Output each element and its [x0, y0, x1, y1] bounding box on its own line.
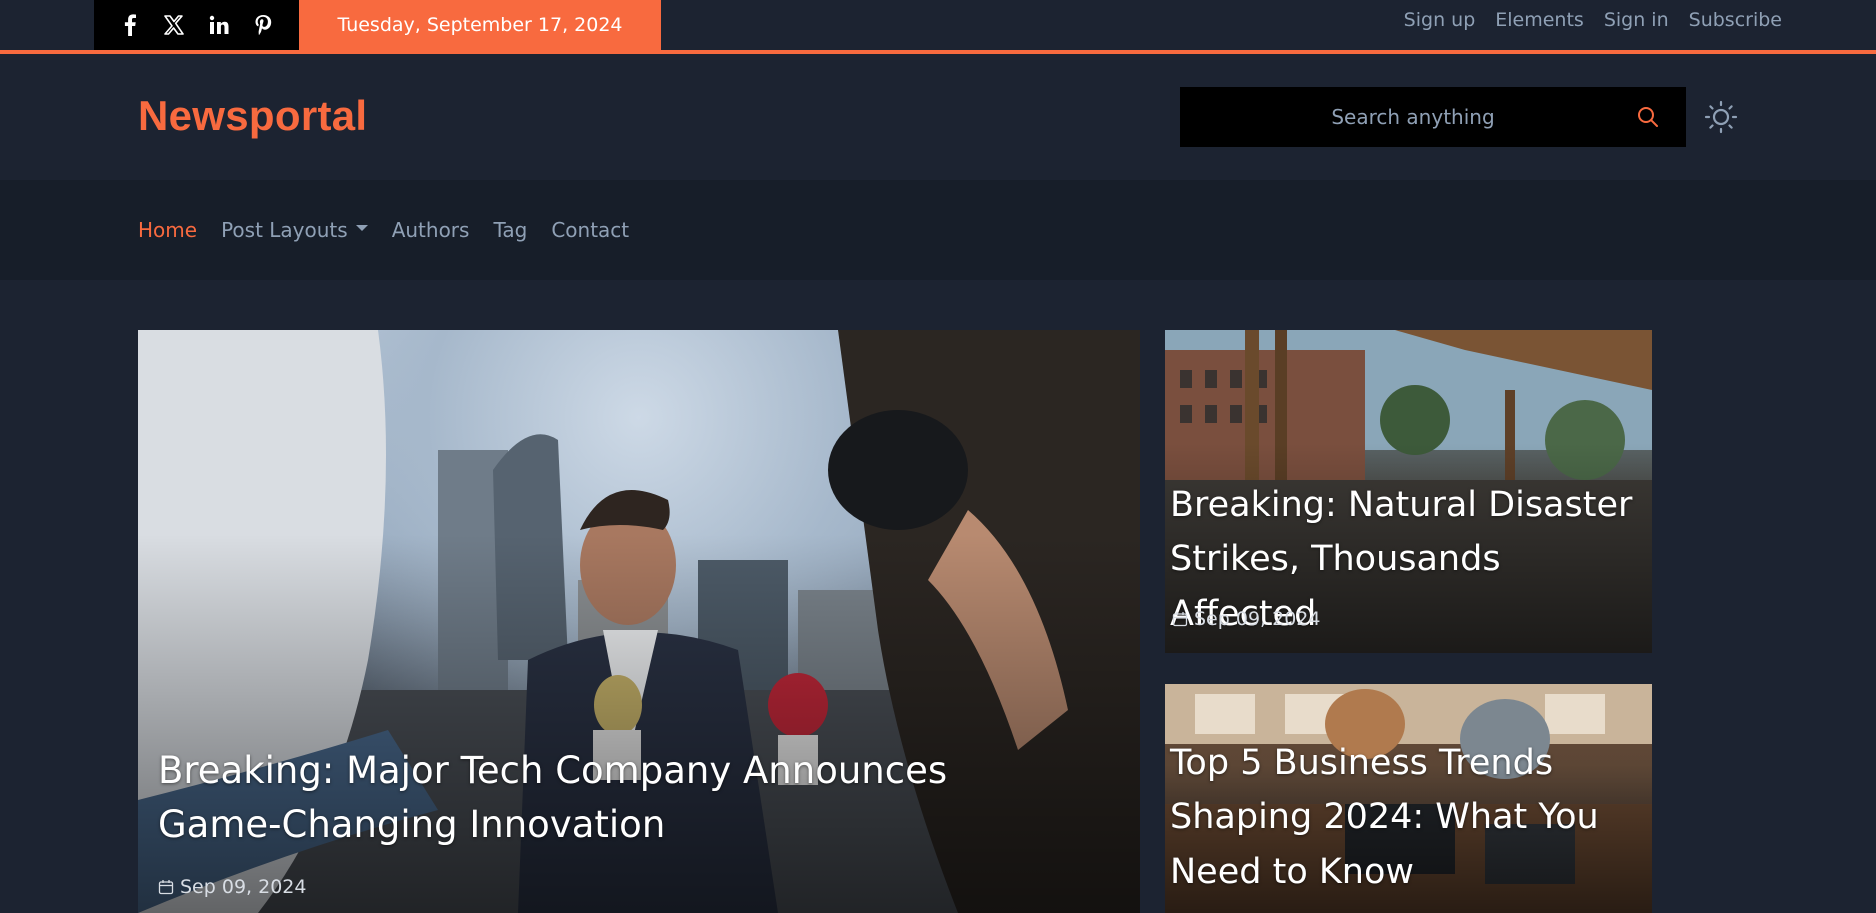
main-card-title[interactable]: Breaking: Major Tech Company Announces G… — [158, 744, 1058, 851]
side-card-1-date: Sep 09, 2024 — [1194, 608, 1321, 630]
subscribe-link[interactable]: Subscribe — [1689, 9, 1782, 31]
main-navigation: Home Post Layouts Authors Tag Contact — [0, 180, 1876, 280]
side-card-1-meta: Sep 09, 2024 — [1172, 608, 1320, 630]
side-card-business-trends[interactable]: Top 5 Business Trends Shaping 2024: What… — [1165, 684, 1652, 913]
x-twitter-icon[interactable] — [157, 8, 191, 42]
signup-link[interactable]: Sign up — [1404, 9, 1476, 31]
featured-main-card[interactable]: Breaking: Major Tech Company Announces G… — [138, 330, 1140, 913]
main-card-meta: Sep 09, 2024 — [158, 876, 306, 898]
signin-link[interactable]: Sign in — [1604, 9, 1669, 31]
nav-post-layouts[interactable]: Post Layouts — [221, 218, 368, 242]
sun-icon[interactable] — [1704, 100, 1738, 134]
calendar-icon — [1172, 611, 1188, 627]
site-logo[interactable]: Newsportal — [138, 92, 367, 140]
search-box — [1180, 87, 1686, 147]
calendar-icon — [158, 879, 174, 895]
nav-home[interactable]: Home — [138, 218, 197, 242]
top-bar: Tuesday, September 17, 2024 Sign up Elem… — [0, 0, 1876, 54]
search-input[interactable] — [1180, 87, 1686, 147]
elements-link[interactable]: Elements — [1495, 9, 1584, 31]
social-links — [94, 0, 299, 50]
nav-contact[interactable]: Contact — [551, 218, 629, 242]
nav-authors[interactable]: Authors — [392, 218, 470, 242]
facebook-icon[interactable] — [113, 8, 147, 42]
nav-tag[interactable]: Tag — [493, 218, 527, 242]
main-card-date: Sep 09, 2024 — [180, 876, 307, 898]
linkedin-icon[interactable] — [202, 8, 236, 42]
side-card-2-title[interactable]: Top 5 Business Trends Shaping 2024: What… — [1170, 736, 1640, 899]
search-icon[interactable] — [1636, 105, 1660, 129]
pinterest-icon[interactable] — [246, 8, 280, 42]
side-card-natural-disaster[interactable]: Breaking: Natural Disaster Strikes, Thou… — [1165, 330, 1652, 653]
top-links: Sign up Elements Sign in Subscribe — [1404, 0, 1782, 40]
chevron-down-icon — [355, 225, 368, 231]
nav-post-layouts-label: Post Layouts — [221, 218, 348, 242]
current-date: Tuesday, September 17, 2024 — [299, 0, 661, 50]
